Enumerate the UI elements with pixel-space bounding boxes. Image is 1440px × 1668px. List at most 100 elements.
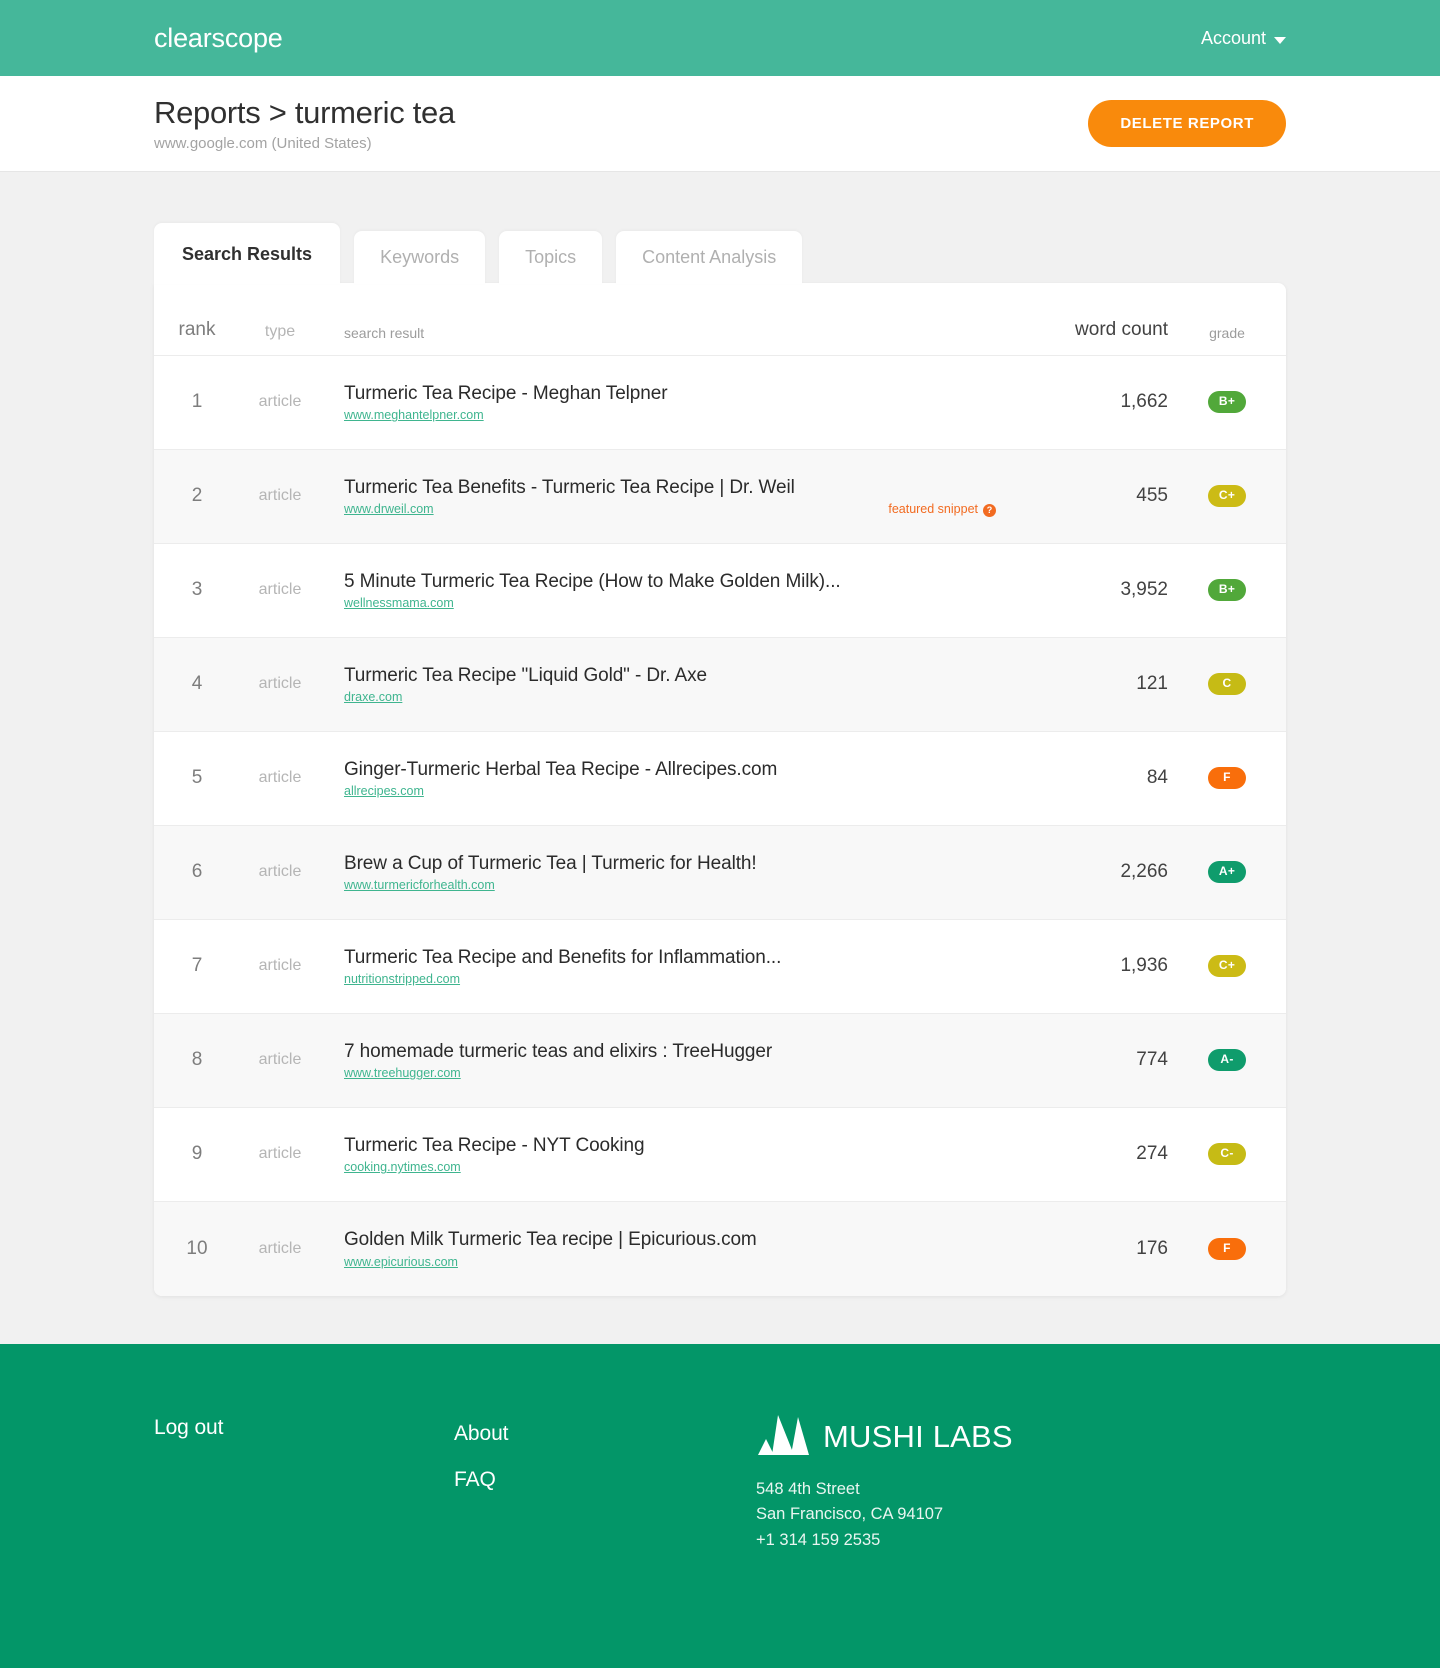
- tab-search-results[interactable]: Search Results: [154, 223, 341, 284]
- result-title[interactable]: Turmeric Tea Recipe - Meghan Telpner: [344, 382, 1006, 406]
- cell-rank: 1: [191, 391, 203, 413]
- grade-badge: A+: [1207, 861, 1247, 884]
- result-meta: wellnessmama.com: [344, 596, 1006, 610]
- table-row[interactable]: 5 article Ginger-Turmeric Herbal Tea Recip…: [154, 732, 1286, 826]
- result-url-link[interactable]: www.treehugger.com: [344, 1066, 461, 1080]
- cell-word-count: 1,936: [1120, 955, 1168, 977]
- result-title[interactable]: Turmeric Tea Recipe and Benefits for Inf…: [344, 946, 1006, 970]
- table-row[interactable]: 9 article Turmeric Tea Recipe - NYT Cookin…: [154, 1108, 1286, 1202]
- result-url-link[interactable]: cooking.nytimes.com: [344, 1160, 461, 1174]
- result-meta: draxe.com: [344, 690, 1006, 704]
- table-row[interactable]: 8 article 7 homemade turmeric teas and eli…: [154, 1013, 1286, 1108]
- table-row[interactable]: 1 article Turmeric Tea Recipe - Meghan Tel…: [154, 356, 1286, 450]
- column-header-rank: rank: [178, 318, 216, 340]
- address-line-1: 548 4th Street: [756, 1479, 860, 1498]
- tab-topics[interactable]: Topics: [499, 231, 603, 284]
- result-meta: www.meghantelpner.com: [344, 408, 1006, 422]
- result-url-link[interactable]: nutritionstripped.com: [344, 972, 460, 986]
- cell-grade: A-: [1168, 1049, 1286, 1072]
- grade-badge: C+: [1207, 485, 1247, 508]
- table-row[interactable]: 10 article Golden Milk Turmeric Tea recipe…: [154, 1201, 1286, 1296]
- cell-grade: C+: [1168, 485, 1286, 508]
- table-row[interactable]: 3 article 5 Minute Turmeric Tea Recipe (Ho…: [154, 544, 1286, 638]
- main-content-area: Search Results Keywords Topics Content Anal…: [0, 172, 1440, 1344]
- result-title[interactable]: 7 homemade turmeric teas and elixirs : T…: [344, 1040, 1006, 1064]
- cell-rank: 3: [191, 579, 203, 601]
- result-url-link[interactable]: allrecipes.com: [344, 784, 424, 798]
- result-title[interactable]: Turmeric Tea Recipe "Liquid Gold" - Dr. …: [344, 664, 1006, 688]
- company-address: 548 4th Street San Francisco, CA 94107 +…: [756, 1477, 1286, 1554]
- result-meta: www.drweil.com featured snippet?: [344, 502, 1006, 517]
- cell-type: article: [258, 1239, 302, 1257]
- company-name: MUSHI LABS: [823, 1419, 1013, 1455]
- grade-badge: A-: [1208, 1049, 1246, 1072]
- mushi-labs-mountain-icon: [756, 1414, 810, 1461]
- about-link[interactable]: About: [454, 1422, 754, 1446]
- help-question-icon[interactable]: ?: [983, 503, 996, 517]
- result-url-link[interactable]: www.turmericforhealth.com: [344, 878, 495, 892]
- cell-word-count: 176: [1136, 1237, 1168, 1259]
- cell-search-result: Turmeric Tea Recipe - Meghan Telpner www.…: [320, 382, 1018, 423]
- result-title[interactable]: Ginger-Turmeric Herbal Tea Recipe - Allr…: [344, 758, 1006, 782]
- cell-type: article: [258, 487, 302, 505]
- table-row[interactable]: 7 article Turmeric Tea Recipe and Benefits…: [154, 920, 1286, 1014]
- cell-rank: 2: [191, 485, 203, 507]
- page-title: Reports > turmeric tea: [154, 95, 455, 131]
- brand-logo[interactable]: clearscope: [154, 23, 283, 54]
- result-title[interactable]: 5 Minute Turmeric Tea Recipe (How to Mak…: [344, 570, 1006, 594]
- delete-report-button[interactable]: DELETE REPORT: [1088, 99, 1286, 147]
- footer-column-links: About FAQ: [454, 1400, 754, 1492]
- cell-word-count: 774: [1136, 1049, 1168, 1071]
- cell-type: article: [258, 863, 302, 881]
- cell-word-count: 121: [1136, 673, 1168, 695]
- table-row[interactable]: 2 article Turmeric Tea Benefits - Turmeric…: [154, 449, 1286, 544]
- cell-search-result: Turmeric Tea Recipe "Liquid Gold" - Dr. …: [320, 664, 1018, 705]
- cell-search-result: Golden Milk Turmeric Tea recipe | Epicur…: [320, 1228, 1018, 1269]
- top-navigation-bar: clearscope Account: [0, 0, 1440, 76]
- result-meta: www.turmericforhealth.com: [344, 878, 1006, 892]
- result-meta: nutritionstripped.com: [344, 972, 1006, 986]
- column-header-word-count: word count: [1075, 318, 1168, 340]
- table-row[interactable]: 6 article Brew a Cup of Turmeric Tea | Tur…: [154, 825, 1286, 920]
- cell-word-count: 84: [1146, 767, 1168, 789]
- result-url-link[interactable]: wellnessmama.com: [344, 596, 454, 610]
- cell-type: article: [258, 769, 302, 787]
- tab-keywords[interactable]: Keywords: [354, 231, 486, 284]
- cell-word-count: 274: [1136, 1143, 1168, 1165]
- cell-grade: C: [1168, 673, 1286, 696]
- logout-link[interactable]: Log out: [154, 1416, 454, 1440]
- report-subtitle: www.google.com (United States): [154, 134, 372, 152]
- result-title[interactable]: Turmeric Tea Recipe - NYT Cooking: [344, 1134, 1006, 1158]
- result-title[interactable]: Turmeric Tea Benefits - Turmeric Tea Rec…: [344, 476, 1006, 500]
- cell-rank: 9: [191, 1143, 203, 1165]
- cell-search-result: 5 Minute Turmeric Tea Recipe (How to Mak…: [320, 570, 1018, 611]
- company-phone: +1 314 159 2535: [756, 1530, 881, 1549]
- result-title[interactable]: Golden Milk Turmeric Tea recipe | Epicur…: [344, 1228, 1006, 1252]
- chevron-down-icon: [1274, 36, 1286, 44]
- table-row[interactable]: 4 article Turmeric Tea Recipe "Liquid Gold…: [154, 637, 1286, 732]
- result-url-link[interactable]: www.drweil.com: [344, 502, 434, 516]
- cell-search-result: Brew a Cup of Turmeric Tea | Turmeric fo…: [320, 852, 1018, 893]
- grade-badge: B+: [1207, 579, 1247, 602]
- cell-word-count: 3,952: [1120, 579, 1168, 601]
- tab-bar: Search Results Keywords Topics Content Anal…: [154, 223, 1286, 284]
- cell-type: article: [258, 1145, 302, 1163]
- cell-rank: 7: [191, 955, 203, 977]
- tab-content-analysis[interactable]: Content Analysis: [616, 231, 803, 284]
- footer-column-company: MUSHI LABS 548 4th Street San Francisco,…: [754, 1400, 1286, 1554]
- cell-type: article: [258, 675, 302, 693]
- grade-badge: B+: [1207, 391, 1247, 414]
- cell-rank: 8: [191, 1049, 203, 1071]
- cell-grade: B+: [1168, 579, 1286, 602]
- account-menu[interactable]: Account: [1201, 28, 1286, 49]
- result-url-link[interactable]: www.epicurious.com: [344, 1255, 458, 1269]
- result-meta: www.epicurious.com: [344, 1255, 1006, 1269]
- cell-type: article: [258, 581, 302, 599]
- result-url-link[interactable]: www.meghantelpner.com: [344, 408, 484, 422]
- cell-grade: C+: [1168, 955, 1286, 978]
- result-title[interactable]: Brew a Cup of Turmeric Tea | Turmeric fo…: [344, 852, 1006, 876]
- cell-rank: 6: [191, 861, 203, 883]
- faq-link[interactable]: FAQ: [454, 1468, 754, 1492]
- result-url-link[interactable]: draxe.com: [344, 690, 402, 704]
- grade-badge: F: [1208, 767, 1246, 790]
